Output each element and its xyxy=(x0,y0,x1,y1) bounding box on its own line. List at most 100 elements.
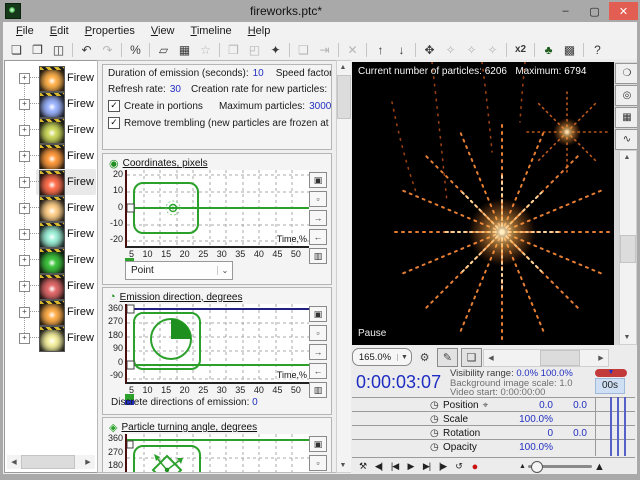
emitter-thumbnail[interactable] xyxy=(39,118,65,144)
slider-track[interactable] xyxy=(528,465,592,468)
preview-horizontal-scrollbar[interactable]: ◀ ▶ xyxy=(483,349,609,367)
tree-item[interactable]: +Firew xyxy=(5,325,97,351)
emitter-sparkle-icon[interactable]: ✦ xyxy=(266,41,285,58)
timeline-zoom-slider[interactable]: ▲ ▲ xyxy=(519,461,605,473)
emission-plot[interactable]: Time,% xyxy=(125,304,309,384)
go-to-end-icon[interactable]: ▶| xyxy=(419,459,434,474)
scroll-left-icon[interactable]: ◀ xyxy=(484,351,498,365)
node-a-icon[interactable]: ✧ xyxy=(441,41,460,58)
refresh-value[interactable]: 30 xyxy=(170,84,181,95)
scrollbar-thumb[interactable] xyxy=(337,75,351,119)
emitter-thumbnail[interactable] xyxy=(39,326,65,352)
sidebar-horizontal-scrollbar[interactable]: ◀ ▶ xyxy=(7,455,95,469)
stopwatch-icon[interactable]: ◷ xyxy=(430,400,443,411)
menu-edit[interactable]: Edit xyxy=(43,23,76,39)
track-row-opacity[interactable]: ◷Opacity100.0% xyxy=(352,439,635,454)
open-emitter-icon[interactable]: ❒ xyxy=(224,41,243,58)
camera-icon[interactable]: ❍ xyxy=(615,63,637,84)
zoom-graph-button[interactable]: ▣ xyxy=(309,172,327,188)
particle-preview-viewport[interactable]: Current number of particles: 6206 Maximu… xyxy=(352,62,614,345)
save-file-icon[interactable]: ◫ xyxy=(49,41,68,58)
tree-item[interactable]: +Firew xyxy=(5,65,97,91)
reset-graph-button[interactable]: ▫ xyxy=(309,325,327,341)
scale-value[interactable]: 100.0% xyxy=(493,414,553,425)
preview-vertical-scrollbar[interactable]: ▲ ▼ xyxy=(619,150,637,345)
position-crosshair-icon[interactable]: ⌖ xyxy=(483,400,489,411)
tree-item[interactable]: +Firew xyxy=(5,273,97,299)
open-file-icon[interactable]: ❐ xyxy=(28,41,47,58)
track-row-scale[interactable]: ◷Scale100.0% xyxy=(352,411,635,426)
emitter-thumbnail[interactable] xyxy=(39,300,65,326)
emitter-thumbnail[interactable] xyxy=(39,248,65,274)
emission-pie-icon[interactable]: ◔ xyxy=(109,291,116,303)
expand-icon[interactable]: + xyxy=(19,281,30,292)
close-button[interactable]: ✕ xyxy=(609,2,638,20)
background-image-icon[interactable]: ▩ xyxy=(560,41,579,58)
new-file-icon[interactable]: ❏ xyxy=(7,41,26,58)
save-emitter-icon[interactable]: ◰ xyxy=(245,41,264,58)
menu-timeline[interactable]: Timeline xyxy=(184,23,239,39)
position-y-value[interactable]: 0.0 xyxy=(553,400,587,411)
scrollbar-thumb[interactable] xyxy=(620,235,636,263)
stopwatch-icon[interactable]: ◷ xyxy=(430,442,443,453)
zoom-level-dropdown[interactable]: 165.0%▼ xyxy=(352,348,412,366)
node-c-icon[interactable]: ✧ xyxy=(483,41,502,58)
duration-value[interactable]: 10 xyxy=(253,68,264,79)
maximize-button[interactable]: ▢ xyxy=(580,2,609,20)
tree-item[interactable]: +Firew xyxy=(5,247,97,273)
scroll-up-icon[interactable]: ▲ xyxy=(337,61,349,74)
grid-icon[interactable]: ▦ xyxy=(615,107,637,128)
expand-icon[interactable]: + xyxy=(19,229,30,240)
target-icon[interactable]: ◎ xyxy=(615,85,637,106)
expand-icon[interactable]: + xyxy=(19,125,30,136)
new-clip-icon[interactable]: ▦ xyxy=(175,41,194,58)
curve-icon[interactable]: ∿ xyxy=(615,129,637,150)
expand-icon[interactable]: + xyxy=(19,333,30,344)
scroll-down-icon[interactable]: ▼ xyxy=(620,331,634,344)
portions-checkbox[interactable]: ✓ xyxy=(108,100,120,112)
discrete-directions-value[interactable]: 0 xyxy=(252,397,258,408)
zoom-in-icon[interactable]: ▲ xyxy=(594,461,605,473)
menu-properties[interactable]: Properties xyxy=(78,23,142,39)
tree-item[interactable]: +Firew xyxy=(5,195,97,221)
expand-icon[interactable]: + xyxy=(19,177,30,188)
tree-item[interactable]: +Firew xyxy=(5,143,97,169)
emitter-thumbnail[interactable] xyxy=(39,196,65,222)
turning-plot[interactable] xyxy=(125,434,309,473)
slider-handle[interactable] xyxy=(531,461,543,473)
keyframe-column[interactable] xyxy=(595,397,636,456)
expand-icon[interactable]: + xyxy=(19,307,30,318)
shift-left-button[interactable]: ← xyxy=(309,229,327,245)
coordinates-plot[interactable]: Time,% xyxy=(125,170,309,248)
emitter-thumbnail[interactable] xyxy=(39,222,65,248)
loop-icon[interactable]: ↺ xyxy=(451,459,466,474)
rotation-value[interactable]: 0 xyxy=(493,428,553,439)
zoom-graph-button[interactable]: ▣ xyxy=(309,436,327,452)
times-two-icon[interactable]: x2 xyxy=(511,41,530,58)
max-particles-value[interactable]: 30000 xyxy=(309,101,331,112)
scroll-left-icon[interactable]: ◀ xyxy=(7,455,21,469)
zoom-out-icon[interactable]: ▲ xyxy=(519,463,526,470)
new-folder-icon[interactable]: ▱ xyxy=(154,41,173,58)
move-down-icon[interactable]: ↓ xyxy=(392,41,411,58)
expand-icon[interactable]: + xyxy=(19,203,30,214)
percent-settings-icon[interactable]: % xyxy=(126,41,145,58)
menu-help[interactable]: Help xyxy=(241,23,278,39)
undo-icon[interactable]: ↶ xyxy=(77,41,96,58)
step-forward-icon[interactable]: |▶ xyxy=(435,459,450,474)
go-to-start-icon[interactable]: |◀ xyxy=(387,459,402,474)
play-icon[interactable]: ▶ xyxy=(403,459,418,474)
stopwatch-icon[interactable]: ◷ xyxy=(430,414,443,425)
expand-icon[interactable]: + xyxy=(19,255,30,266)
track-row-rotation[interactable]: ◷Rotation00.0 xyxy=(352,425,635,440)
redo-icon[interactable]: ↷ xyxy=(98,41,117,58)
turning-graph-title[interactable]: Particle turning angle, degrees xyxy=(121,422,257,433)
expand-icon[interactable]: + xyxy=(19,151,30,162)
copy-icon[interactable]: ❑ xyxy=(294,41,313,58)
position-x-value[interactable]: 0.0 xyxy=(493,400,553,411)
properties-vertical-scrollbar[interactable]: ▲ ▼ xyxy=(336,60,352,473)
emitter-thumbnail[interactable] xyxy=(39,144,65,170)
shift-right-button[interactable]: → xyxy=(309,210,327,226)
emitter-thumbnail[interactable] xyxy=(39,92,65,118)
menu-file[interactable]: File xyxy=(9,23,41,39)
